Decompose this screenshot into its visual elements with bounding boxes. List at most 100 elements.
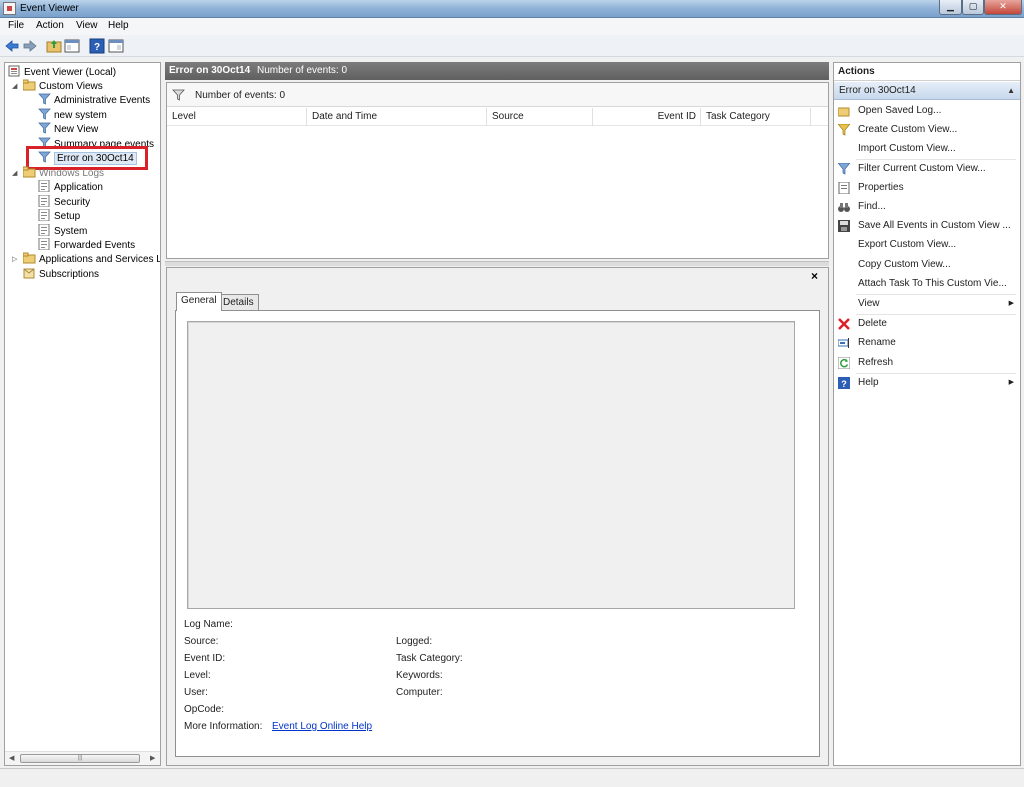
action-properties[interactable]: Properties bbox=[834, 179, 1020, 197]
tree-log-security[interactable]: Security bbox=[38, 194, 90, 209]
tree-log-system[interactable]: System bbox=[38, 223, 87, 238]
event-detail-panel: × General Details Log Name: Source: Even… bbox=[166, 267, 829, 766]
menu-view[interactable]: View bbox=[76, 20, 98, 31]
view-title: Error on 30Oct14 bbox=[169, 65, 251, 76]
help-icon[interactable]: ? bbox=[89, 38, 105, 54]
tree-log-forwarded-events[interactable]: Forwarded Events bbox=[38, 237, 135, 252]
field-user: User: bbox=[184, 687, 208, 698]
field-logged: Logged: bbox=[396, 636, 433, 647]
column-source[interactable]: Source bbox=[487, 108, 593, 126]
column-task-category[interactable]: Task Category bbox=[701, 108, 811, 126]
action-attach-task[interactable]: Attach Task To This Custom Vie... bbox=[834, 275, 1020, 293]
up-folder-icon[interactable] bbox=[46, 38, 62, 54]
rename-icon bbox=[837, 337, 850, 349]
events-column-header: Level Date and Time Source Event ID Task… bbox=[167, 108, 828, 126]
menu-help[interactable]: Help bbox=[108, 20, 129, 31]
column-event-id[interactable]: Event ID bbox=[593, 108, 701, 126]
event-count: Number of events: 0 bbox=[257, 65, 348, 76]
tree-subscriptions[interactable]: Subscriptions bbox=[23, 267, 99, 281]
field-keywords: Keywords: bbox=[396, 670, 443, 681]
tree-log-application[interactable]: Application bbox=[38, 179, 103, 194]
scroll-left-arrow-icon[interactable]: ◀ bbox=[9, 754, 14, 762]
action-import-custom-view[interactable]: Import Custom View... bbox=[834, 140, 1020, 158]
event-log-online-help-link[interactable]: Event Log Online Help bbox=[272, 721, 372, 732]
action-save-all-events[interactable]: Save All Events in Custom View ... bbox=[834, 217, 1020, 235]
expanded-arrow-icon[interactable]: ◢ bbox=[12, 169, 17, 177]
action-view-submenu[interactable]: View ▶ bbox=[834, 295, 1020, 313]
filter-info-row: Number of events: 0 bbox=[167, 83, 828, 107]
tree-item-administrative-events[interactable]: Administrative Events bbox=[38, 93, 150, 107]
properties-icon bbox=[838, 181, 850, 195]
menu-file[interactable]: File bbox=[8, 20, 24, 31]
action-find[interactable]: Find... bbox=[834, 198, 1020, 216]
tree-horizontal-scrollbar[interactable]: ◀ ||| ▶ bbox=[5, 751, 160, 765]
tree-root[interactable]: Event Viewer (Local) bbox=[8, 65, 116, 79]
action-delete[interactable]: Delete bbox=[834, 315, 1020, 333]
actions-section-header[interactable]: Error on 30Oct14 ▲ bbox=[834, 82, 1020, 100]
folder-icon bbox=[22, 252, 36, 264]
center-header: Error on 30Oct14 Number of events: 0 bbox=[165, 62, 829, 80]
tree-applications-and-services[interactable]: Applications and Services Lo bbox=[22, 252, 160, 266]
save-disk-icon bbox=[838, 220, 850, 232]
actions-header: Actions bbox=[834, 63, 1020, 81]
filter-icon bbox=[172, 89, 185, 104]
filter-icon bbox=[38, 122, 51, 134]
pane-splitter[interactable] bbox=[165, 261, 829, 266]
close-preview-icon[interactable]: × bbox=[811, 269, 818, 283]
column-date-and-time[interactable]: Date and Time bbox=[307, 108, 487, 126]
field-task-category: Task Category: bbox=[396, 653, 463, 664]
toolbar: ? bbox=[0, 35, 1024, 57]
center-pane: Error on 30Oct14 Number of events: 0 Num… bbox=[165, 62, 829, 766]
menu-action[interactable]: Action bbox=[36, 20, 64, 31]
action-open-saved-log[interactable]: Open Saved Log... bbox=[834, 102, 1020, 120]
status-bar bbox=[0, 768, 1024, 787]
tree-custom-views[interactable]: Custom Views bbox=[22, 79, 103, 93]
show-hide-action-pane-icon[interactable] bbox=[108, 38, 124, 54]
log-icon bbox=[38, 179, 51, 193]
action-copy-custom-view[interactable]: Copy Custom View... bbox=[834, 256, 1020, 274]
maximize-button[interactable]: ▢ bbox=[962, 0, 984, 15]
filter-icon bbox=[38, 93, 51, 105]
events-list-panel: Number of events: 0 Level Date and Time … bbox=[166, 82, 829, 259]
event-viewer-app-icon bbox=[3, 2, 16, 15]
submenu-arrow-icon: ▶ bbox=[1008, 300, 1014, 307]
back-arrow-icon[interactable] bbox=[4, 38, 20, 54]
minimize-button[interactable]: ▁ bbox=[939, 0, 962, 15]
collapse-arrow-icon[interactable]: ▲ bbox=[1007, 82, 1015, 100]
general-tab-body: Log Name: Source: Event ID: Level: User:… bbox=[175, 310, 820, 757]
action-create-custom-view[interactable]: Create Custom View... bbox=[834, 121, 1020, 139]
submenu-arrow-icon: ▶ bbox=[1008, 379, 1014, 386]
action-filter-current-custom-view[interactable]: Filter Current Custom View... bbox=[834, 160, 1020, 178]
tree-windows-logs[interactable]: Windows Logs bbox=[22, 166, 104, 180]
folder-icon bbox=[22, 166, 36, 178]
log-icon bbox=[38, 194, 51, 208]
field-source: Source: bbox=[184, 636, 219, 647]
action-help-submenu[interactable]: ? Help ▶ bbox=[834, 374, 1020, 392]
action-refresh[interactable]: Refresh bbox=[834, 354, 1020, 372]
tab-general[interactable]: General bbox=[176, 292, 222, 311]
collapsed-arrow-icon[interactable]: ▷ bbox=[12, 255, 17, 263]
tab-details[interactable]: Details bbox=[218, 294, 259, 310]
field-log-name: Log Name: bbox=[184, 619, 233, 630]
event-description-box bbox=[187, 321, 795, 609]
close-window-button[interactable]: ✕ bbox=[984, 0, 1022, 15]
svg-text:?: ? bbox=[841, 379, 847, 389]
event-viewer-icon bbox=[8, 65, 21, 77]
delete-x-icon bbox=[838, 318, 850, 330]
show-hide-console-tree-icon[interactable] bbox=[64, 38, 80, 54]
action-rename[interactable]: Rename bbox=[834, 334, 1020, 352]
forward-arrow-icon[interactable] bbox=[22, 38, 38, 54]
scroll-right-arrow-icon[interactable]: ▶ bbox=[150, 754, 155, 762]
scrollbar-thumb[interactable]: ||| bbox=[20, 754, 140, 763]
expanded-arrow-icon[interactable]: ◢ bbox=[12, 82, 17, 90]
tree-item-new-view[interactable]: New View bbox=[38, 122, 98, 136]
console-tree: Event Viewer (Local) ◢ Custom Views Admi… bbox=[4, 62, 161, 766]
action-export-custom-view[interactable]: Export Custom View... bbox=[834, 236, 1020, 254]
subscriptions-icon bbox=[23, 267, 36, 279]
filter-icon bbox=[38, 108, 51, 120]
tree-item-new-system[interactable]: new system bbox=[38, 108, 107, 122]
tree-log-setup[interactable]: Setup bbox=[38, 208, 80, 223]
column-level[interactable]: Level bbox=[167, 108, 307, 126]
field-event-id: Event ID: bbox=[184, 653, 226, 664]
help-icon: ? bbox=[838, 377, 850, 389]
